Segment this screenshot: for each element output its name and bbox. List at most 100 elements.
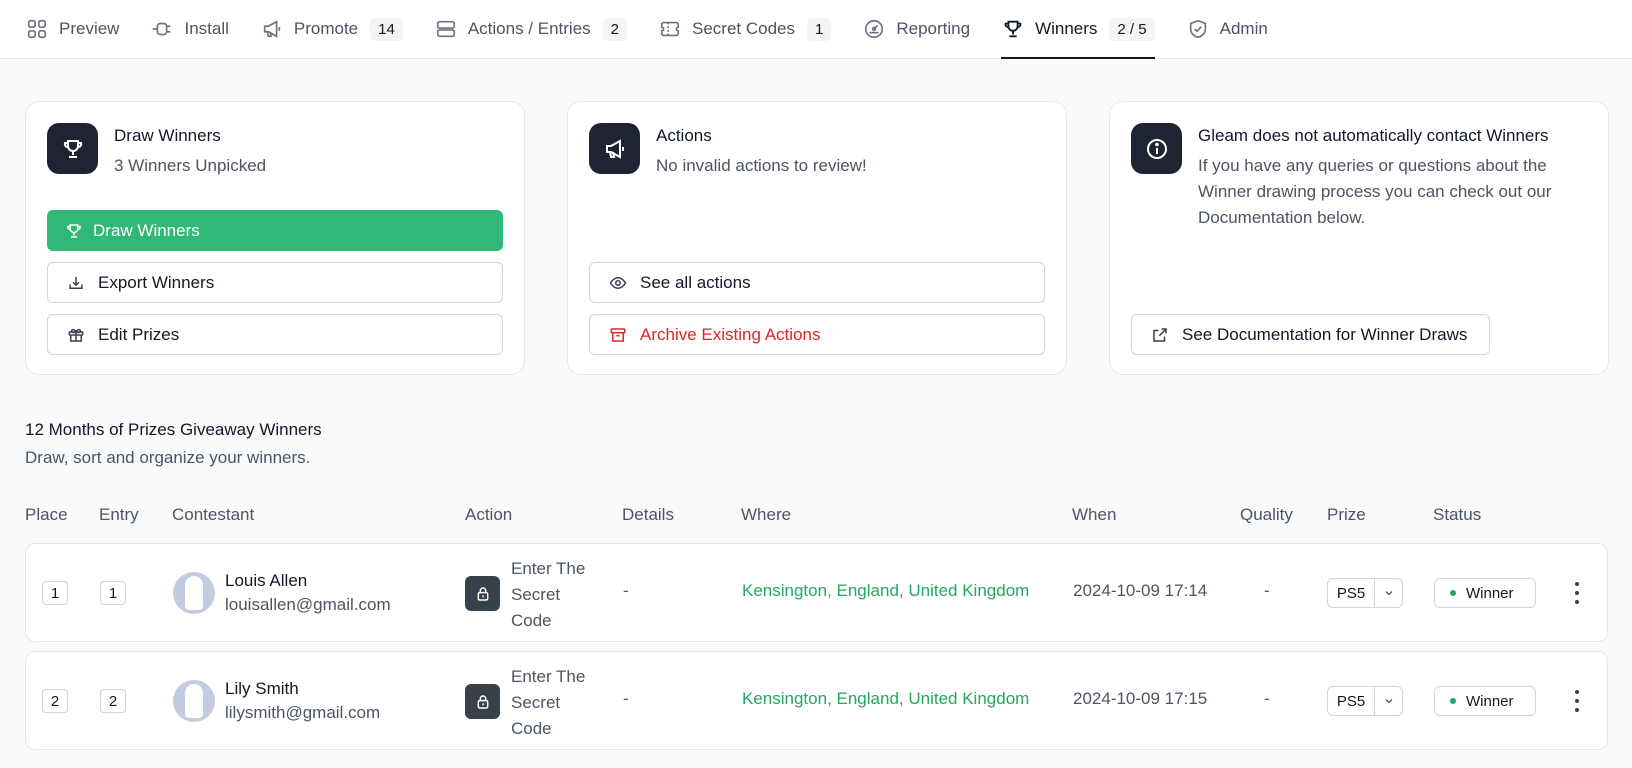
header-quality[interactable]: Quality xyxy=(1240,505,1293,525)
card-subtitle: 3 Winners Unpicked xyxy=(114,156,267,175)
card-title: Gleam does not automatically contact Win… xyxy=(1198,126,1549,145)
location-link[interactable]: Kensington, England, United Kingdom xyxy=(742,581,1029,601)
card-subtitle: No invalid actions to review! xyxy=(656,156,867,175)
contestant-email: lilysmith@gmail.com xyxy=(225,703,381,722)
tab-reporting[interactable]: Reporting xyxy=(862,0,970,58)
header-place[interactable]: Place xyxy=(25,505,68,525)
lock-icon xyxy=(465,576,500,611)
quality-value: - xyxy=(1264,581,1270,600)
tab-actions-entries[interactable]: Actions / Entries 2 xyxy=(434,0,627,58)
download-icon xyxy=(66,273,86,293)
tab-promote[interactable]: Promote 14 xyxy=(260,0,403,58)
tab-label: Actions / Entries xyxy=(467,19,591,38)
plug-icon xyxy=(150,17,174,41)
prize-select[interactable]: PS5 xyxy=(1327,686,1403,716)
tab-preview[interactable]: Preview xyxy=(25,0,119,58)
contestant-name: Louis Allen xyxy=(225,571,308,590)
header-contestant[interactable]: Contestant xyxy=(172,505,254,525)
quality-value: - xyxy=(1264,689,1270,708)
archive-actions-button[interactable]: Archive Existing Actions xyxy=(589,314,1045,355)
trophy-icon xyxy=(47,123,98,174)
edit-prizes-button[interactable]: Edit Prizes xyxy=(47,314,503,355)
tab-install[interactable]: Install xyxy=(150,0,229,58)
header-entry[interactable]: Entry xyxy=(99,505,139,525)
status-label: Winner xyxy=(1466,584,1514,602)
stack-icon xyxy=(434,17,458,41)
draw-winners-card: Draw Winners 3 Winners Unpicked Draw Win… xyxy=(25,101,525,375)
prize-value: PS5 xyxy=(1328,579,1375,607)
status-dot xyxy=(1450,698,1456,704)
see-documentation-button[interactable]: See Documentation for Winner Draws xyxy=(1131,314,1491,355)
gauge-icon xyxy=(862,17,886,41)
button-label: Archive Existing Actions xyxy=(640,324,821,344)
top-nav: Preview Install Promote 14 Actions / Ent… xyxy=(0,0,1632,59)
action-name: Enter The Secret Code xyxy=(511,667,586,738)
tab-secret-codes[interactable]: Secret Codes 1 xyxy=(658,0,832,58)
chevron-down-icon[interactable] xyxy=(1375,687,1402,715)
table-header: Place Entry Contestant Action Details Wh… xyxy=(0,505,1632,527)
prize-select[interactable]: PS5 xyxy=(1327,578,1403,608)
button-label: Export Winners xyxy=(98,272,215,292)
megaphone-icon xyxy=(589,123,640,174)
table-row[interactable]: 2 2 Lily Smith lilysmith@gmail.com Enter… xyxy=(25,651,1608,750)
archive-icon xyxy=(608,325,628,345)
card-title: Draw Winners xyxy=(114,126,221,145)
tab-admin[interactable]: Admin xyxy=(1186,0,1268,58)
entry-badge: 2 xyxy=(100,689,126,713)
place-badge: 2 xyxy=(42,689,68,713)
tab-badge: 2 xyxy=(602,17,627,41)
header-where[interactable]: Where xyxy=(741,505,791,525)
external-link-icon xyxy=(1150,325,1170,345)
tab-label: Secret Codes xyxy=(692,19,795,38)
status-badge: Winner xyxy=(1434,578,1536,608)
more-options-icon[interactable] xyxy=(1569,686,1585,716)
button-label: See Documentation for Winner Draws xyxy=(1182,324,1468,344)
grid-icon xyxy=(25,17,49,41)
trophy-icon xyxy=(1001,17,1025,41)
chevron-down-icon[interactable] xyxy=(1375,579,1402,607)
header-action[interactable]: Action xyxy=(465,505,512,525)
tab-label: Reporting xyxy=(896,19,971,38)
tab-badge: 1 xyxy=(807,17,832,41)
action-name: Enter The Secret Code xyxy=(511,559,586,630)
header-when[interactable]: When xyxy=(1072,505,1116,525)
tab-label: Winners xyxy=(1035,19,1098,38)
button-label: Edit Prizes xyxy=(98,324,180,344)
export-winners-button[interactable]: Export Winners xyxy=(47,262,503,303)
button-label: Draw Winners xyxy=(93,220,200,240)
avatar xyxy=(173,680,215,722)
header-prize[interactable]: Prize xyxy=(1327,505,1366,525)
avatar xyxy=(173,572,215,614)
see-all-actions-button[interactable]: See all actions xyxy=(589,262,1045,303)
location-link[interactable]: Kensington, England, United Kingdom xyxy=(742,689,1029,709)
status-dot xyxy=(1450,590,1456,596)
header-details[interactable]: Details xyxy=(622,505,674,525)
tab-badge: 14 xyxy=(370,17,403,41)
trophy-icon xyxy=(64,221,84,241)
timestamp: 2024-10-09 17:14 xyxy=(1073,581,1208,600)
megaphone-icon xyxy=(260,17,284,41)
tab-winners[interactable]: Winners 2 / 5 xyxy=(1001,0,1155,59)
ticket-icon xyxy=(658,17,682,41)
table-row[interactable]: 1 1 Louis Allen louisallen@gmail.com Ent… xyxy=(25,543,1608,642)
prize-value: PS5 xyxy=(1328,687,1375,715)
tab-label: Install xyxy=(184,19,229,38)
info-card: Gleam does not automatically contact Win… xyxy=(1109,101,1609,375)
draw-winners-button[interactable]: Draw Winners xyxy=(47,210,503,251)
header-status[interactable]: Status xyxy=(1433,505,1481,525)
status-badge: Winner xyxy=(1434,686,1536,716)
details-value: - xyxy=(623,689,629,708)
actions-card: Actions No invalid actions to review! Se… xyxy=(567,101,1067,375)
eye-icon xyxy=(608,273,628,293)
tab-label: Preview xyxy=(59,19,120,38)
entry-badge: 1 xyxy=(100,581,126,605)
section-subtitle: Draw, sort and organize your winners. xyxy=(25,448,311,467)
more-options-icon[interactable] xyxy=(1569,578,1585,608)
contestant-name: Lily Smith xyxy=(225,679,299,698)
contestant-email: louisallen@gmail.com xyxy=(225,595,391,614)
lock-icon xyxy=(465,684,500,719)
shield-check-icon xyxy=(1186,17,1210,41)
card-title: Actions xyxy=(656,126,712,145)
button-label: See all actions xyxy=(640,272,751,292)
details-value: - xyxy=(623,581,629,600)
